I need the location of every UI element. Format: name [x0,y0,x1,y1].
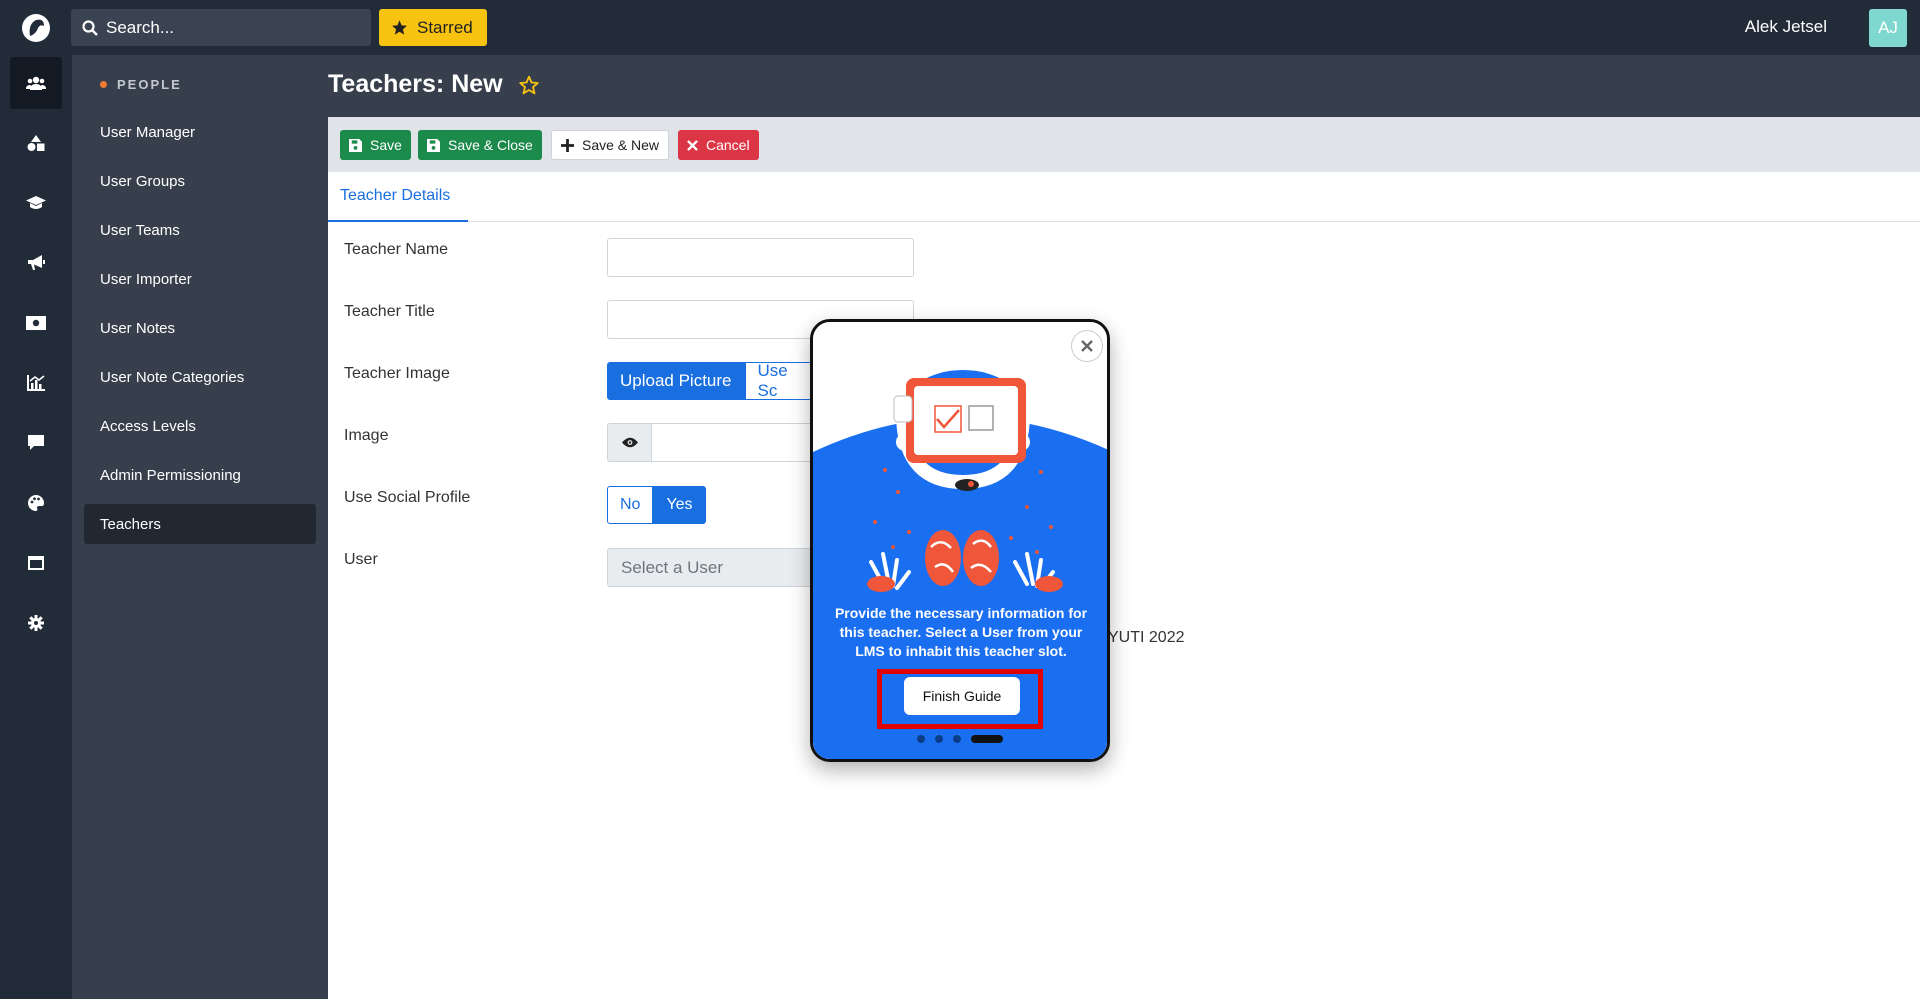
app-logo-icon[interactable] [20,12,52,44]
teacher-name-label: Teacher Name [344,241,449,258]
step-dot[interactable] [935,735,943,743]
teacher-image-label: Teacher Image [344,365,450,382]
graduation-cap-icon [26,196,46,209]
guide-step-indicator [813,735,1107,743]
close-icon [687,139,698,151]
window-icon [28,556,44,570]
search-input[interactable]: Search... [71,9,371,46]
sidebar-item-admin-permissioning[interactable]: Admin Permissioning [84,455,316,495]
rail-settings[interactable] [10,597,62,649]
shapes-icon [27,135,45,151]
sidebar-section-title: PEOPLE [100,77,182,92]
image-label: Image [344,427,389,444]
step-dot[interactable] [917,735,925,743]
sidebar-item-user-importer[interactable]: User Importer [84,259,316,299]
rail-users[interactable] [10,57,62,109]
megaphone-icon [28,255,45,270]
rail-reports[interactable] [10,357,62,409]
favorite-star-icon[interactable] [518,75,539,95]
rail-announcements[interactable] [10,237,62,289]
step-dot[interactable] [953,735,961,743]
sidebar-item-access-levels[interactable]: Access Levels [84,406,316,446]
starred-label: Starred [417,17,473,37]
finish-guide-button[interactable]: Finish Guide [904,677,1020,715]
guide-popup: Provide the necessary information for th… [810,319,1110,762]
sidebar-item-user-notes[interactable]: User Notes [84,308,316,348]
no-button[interactable]: No [607,486,654,524]
users-icon [26,76,46,90]
save-close-button[interactable]: Save & Close [418,130,542,160]
upload-picture-button[interactable]: Upload Picture [607,362,745,400]
gear-icon [28,615,44,631]
sidebar-item-user-teams[interactable]: User Teams [84,210,316,250]
chart-icon [27,375,45,391]
cancel-button[interactable]: Cancel [678,130,759,160]
plus-icon [561,138,574,152]
eye-icon [621,437,638,448]
sidebar-item-teachers[interactable]: Teachers [84,504,316,544]
starred-button[interactable]: Starred [379,9,487,46]
sidebar-item-user-note-categories[interactable]: User Note Categories [84,357,316,397]
palette-icon [28,495,44,511]
rail-appearance[interactable] [10,477,62,529]
step-dot-active[interactable] [971,735,1003,743]
rail-shapes[interactable] [10,117,62,169]
money-icon [26,316,46,330]
user-select[interactable]: Select a User [607,548,817,587]
rail-payments[interactable] [10,297,62,349]
comment-icon [28,435,44,450]
floppy-disk-icon [427,138,440,152]
section-dot-icon [100,81,107,88]
sidebar: PEOPLE User Manager User Groups User Tea… [72,55,328,999]
close-icon [1081,340,1093,352]
teacher-name-input[interactable] [607,238,914,277]
rail-messages[interactable] [10,417,62,469]
search-placeholder: Search... [106,17,175,37]
use-social-profile-label: Use Social Profile [344,489,471,506]
sidebar-item-user-groups[interactable]: User Groups [84,161,316,201]
image-input[interactable] [651,423,811,462]
avatar[interactable]: AJ [1869,9,1907,47]
top-bar: Search... Starred Alek Jetsel AJ [0,0,1920,55]
rail-pages[interactable] [10,537,62,589]
footer-copyright: YUTI 2022 [1108,629,1185,646]
search-icon [82,19,98,36]
save-button[interactable]: Save [340,130,411,160]
rail-courses[interactable] [10,177,62,229]
teacher-image-source-toggle: Upload Picture Use Sc [607,361,825,400]
sidebar-item-user-manager[interactable]: User Manager [84,112,316,152]
use-social-profile-toggle: No Yes [607,486,706,524]
floppy-disk-icon [349,138,362,152]
star-icon [392,20,407,35]
icon-rail [0,55,72,999]
yes-button[interactable]: Yes [653,486,706,524]
user-label: User [344,551,378,568]
page-header: Teachers: New [328,55,1920,117]
page-title: Teachers: New [328,70,539,99]
image-preview-button[interactable] [607,423,652,462]
user-name[interactable]: Alek Jetsel [1745,17,1827,37]
tab-bar: Teacher Details [328,172,1920,222]
save-new-button[interactable]: Save & New [551,130,670,160]
toolbar: Save Save & Close Save & New Cancel [328,117,1920,172]
tab-teacher-details[interactable]: Teacher Details [328,172,468,222]
teacher-title-label: Teacher Title [344,303,435,320]
guide-message: Provide the necessary information for th… [834,605,1088,659]
guide-close-button[interactable] [1071,330,1103,362]
